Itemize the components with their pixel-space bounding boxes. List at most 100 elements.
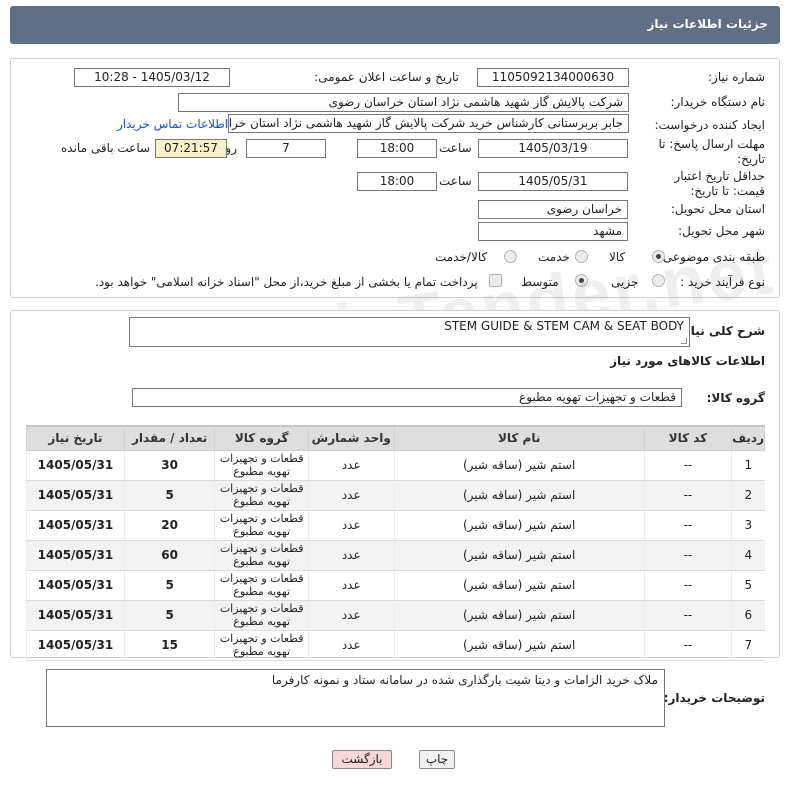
cell-row: 3 <box>731 510 765 541</box>
price-validity-time-field: 18:00 <box>357 172 437 191</box>
remaining-time-label: ساعت باقی مانده <box>61 141 151 155</box>
buyer-contact-link[interactable]: اطلاعات تماس خریدار <box>117 117 228 131</box>
creator-label: ایجاد کننده درخواست: <box>654 118 765 132</box>
buyer-org-label: نام دستگاه خریدار: <box>670 95 766 109</box>
cell-unit: عدد <box>307 510 395 541</box>
table-row: 4 -- استم شیر (ساقه شیر) عدد قطعات و تجه… <box>26 540 765 571</box>
cell-date: 1405/05/31 <box>26 510 125 541</box>
cell-group: قطعات و تجهیزات تهویه مطبوع <box>214 540 309 571</box>
cell-qty: 5 <box>123 570 215 601</box>
cell-qty: 5 <box>123 480 215 511</box>
cell-unit: عدد <box>307 630 395 661</box>
cell-date: 1405/05/31 <box>26 600 125 631</box>
announce-datetime-field: 1405/03/12 - 10:28 <box>74 68 230 87</box>
cell-group: قطعات و تجهیزات تهویه مطبوع <box>214 570 309 601</box>
cell-group: قطعات و تجهیزات تهویه مطبوع <box>214 450 309 481</box>
buyer-notes-value: ملاک خرید الزامات و دیتا شیت بارگذاری شد… <box>271 673 658 687</box>
category-option-goods-service: کالا/خدمت <box>435 250 488 264</box>
cell-qty: 60 <box>123 540 215 571</box>
reply-time-field: 18:00 <box>357 139 437 158</box>
buyer-notes-label: توضیحات خریدار: <box>663 691 765 705</box>
creator-field: جابر بربرستانی کارشناس خرید شرکت پالایش … <box>228 114 629 133</box>
category-radio-goods-service[interactable] <box>504 250 517 263</box>
cell-code: -- <box>643 600 732 631</box>
province-field: خراسان رضوی <box>478 200 628 219</box>
col-group: گروه کالا <box>214 425 309 451</box>
goods-info-title: اطلاعات کالاهای مورد نیاز <box>610 354 765 368</box>
buyer-org-field: شرکت پالایش گاز شهید هاشمی نژاد استان خر… <box>178 93 629 112</box>
table-row: 2 -- استم شیر (ساقه شیر) عدد قطعات و تجه… <box>26 480 765 511</box>
cell-unit: عدد <box>307 450 395 481</box>
cell-name: استم شیر (ساقه شیر) <box>393 570 645 601</box>
cell-unit: عدد <box>307 570 395 601</box>
cell-qty: 30 <box>123 450 215 481</box>
table-row: 5 -- استم شیر (ساقه شیر) عدد قطعات و تجه… <box>26 570 765 601</box>
cell-name: استم شیر (ساقه شیر) <box>393 450 645 481</box>
table-row: 3 -- استم شیر (ساقه شیر) عدد قطعات و تجه… <box>26 510 765 541</box>
need-number-label: شماره نیاز: <box>708 70 765 84</box>
cell-unit: عدد <box>307 480 395 511</box>
table-row: 1 -- استم شیر (ساقه شیر) عدد قطعات و تجه… <box>26 450 765 481</box>
cell-code: -- <box>643 510 732 541</box>
col-unit: واحد شمارش <box>307 425 395 451</box>
col-name: نام کالا <box>393 425 645 451</box>
announce-datetime-label: تاریخ و ساعت اعلان عمومی: <box>314 70 459 84</box>
goods-group-label: گروه کالا: <box>706 391 765 405</box>
cell-date: 1405/05/31 <box>26 480 125 511</box>
cell-date: 1405/05/31 <box>26 630 125 661</box>
reply-time-label: ساعت <box>439 141 472 155</box>
goods-table-header: ردیف کد کالا نام کالا واحد شمارش گروه کا… <box>26 425 765 451</box>
col-code: کد کالا <box>643 425 733 451</box>
goods-group-field: قطعات و تجهیزات تهویه مطبوع <box>132 388 682 407</box>
cell-date: 1405/05/31 <box>26 540 125 571</box>
cell-group: قطعات و تجهیزات تهویه مطبوع <box>214 630 309 661</box>
goods-table: ردیف کد کالا نام کالا واحد شمارش گروه کا… <box>26 425 765 661</box>
cell-row: 1 <box>731 450 765 481</box>
page-header-title: جزئیات اطلاعات نیاز <box>647 17 768 31</box>
summary-value: STEM GUIDE & STEM CAM & SEAT BODY <box>444 319 684 333</box>
buyer-notes-field: ملاک خرید الزامات و دیتا شیت بارگذاری شد… <box>46 669 665 727</box>
col-date: تاریخ نیاز <box>26 425 125 451</box>
cell-unit: عدد <box>307 540 395 571</box>
page-header: جزئیات اطلاعات نیاز <box>10 6 780 44</box>
cell-code: -- <box>643 450 732 481</box>
cell-code: -- <box>643 540 732 571</box>
print-button[interactable]: چاپ <box>419 750 455 769</box>
table-row: 6 -- استم شیر (ساقه شیر) عدد قطعات و تجه… <box>26 600 765 631</box>
summary-label: شرح کلی نیاز: <box>679 324 765 338</box>
cell-row: 5 <box>731 570 765 601</box>
cell-name: استم شیر (ساقه شیر) <box>393 540 645 571</box>
cell-unit: عدد <box>307 600 395 631</box>
days-remaining-field: 7 <box>246 139 326 158</box>
price-validity-time-label: ساعت <box>439 174 472 188</box>
remaining-time-field: 07:21:57 <box>155 139 227 158</box>
cell-row: 2 <box>731 480 765 511</box>
cell-qty: 20 <box>123 510 215 541</box>
cell-row: 4 <box>731 540 765 571</box>
cell-row: 7 <box>731 630 765 661</box>
price-validity-date-field: 1405/05/31 <box>478 172 628 191</box>
cell-name: استم شیر (ساقه شیر) <box>393 510 645 541</box>
cell-date: 1405/05/31 <box>26 570 125 601</box>
table-row: 7 -- استم شیر (ساقه شیر) عدد قطعات و تجه… <box>26 630 765 661</box>
cell-code: -- <box>643 630 732 661</box>
cell-code: -- <box>643 570 732 601</box>
cell-qty: 5 <box>123 600 215 631</box>
resize-handle-icon[interactable] <box>681 338 687 344</box>
cell-row: 6 <box>731 600 765 631</box>
col-qty: تعداد / مقدار <box>123 425 216 451</box>
need-number-field: 1105092134000630 <box>477 68 629 87</box>
cell-qty: 15 <box>123 630 215 661</box>
summary-field: STEM GUIDE & STEM CAM & SEAT BODY <box>129 317 690 347</box>
reply-deadline-label: مهلت ارسال پاسخ: تا تاریخ: <box>658 137 765 166</box>
cell-name: استم شیر (ساقه شیر) <box>393 480 645 511</box>
col-row: ردیف <box>731 425 765 451</box>
reply-date-field: 1405/03/19 <box>478 139 628 158</box>
goods-panel: شرح کلی نیاز: STEM GUIDE & STEM CAM & SE… <box>10 310 780 661</box>
cell-name: استم شیر (ساقه شیر) <box>393 630 645 661</box>
city-field: مشهد <box>478 222 628 241</box>
back-button[interactable]: بازگشت <box>332 750 392 769</box>
cell-name: استم شیر (ساقه شیر) <box>393 600 645 631</box>
province-label: استان محل تحویل: <box>670 202 765 216</box>
cell-group: قطعات و تجهیزات تهویه مطبوع <box>214 480 309 511</box>
